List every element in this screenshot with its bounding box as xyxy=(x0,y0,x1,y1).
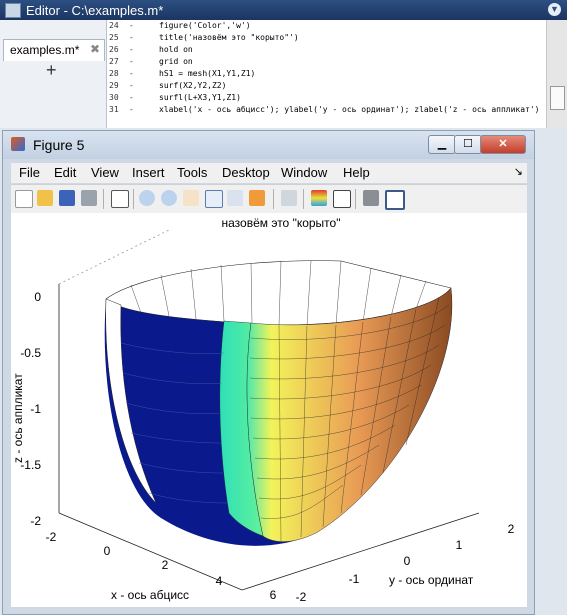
zoom-in-icon[interactable] xyxy=(139,190,155,206)
maximize-button[interactable]: ☐ xyxy=(454,135,482,154)
editor-menu-arrow-icon[interactable]: ▼ xyxy=(548,3,561,16)
rotate-icon[interactable] xyxy=(205,190,223,208)
brush-icon[interactable] xyxy=(249,190,265,206)
open-folder-icon[interactable] xyxy=(37,190,53,206)
editor-scrollbar[interactable] xyxy=(546,20,567,128)
hide-tools-icon[interactable] xyxy=(363,190,379,206)
z-tick-label: 0 xyxy=(34,290,41,304)
y-axis-label: y - ось ординат xyxy=(389,573,474,587)
colorbar-icon[interactable] xyxy=(311,190,327,206)
new-file-icon[interactable] xyxy=(15,190,33,208)
menu-edit[interactable]: Edit xyxy=(54,165,76,180)
code-area[interactable]: 24- figure('Color','w') 25- title('назовём… xyxy=(107,20,547,128)
menu-bar: File Edit View Insert Tools Desktop Wind… xyxy=(11,163,527,183)
minimize-button[interactable]: ▁ xyxy=(428,135,456,154)
figure-title-bar: Figure 5 ▁ ☐ ✕ xyxy=(3,131,534,159)
zoom-out-icon[interactable] xyxy=(161,190,177,206)
menu-help[interactable]: Help xyxy=(343,165,370,180)
y-tick-label: -2 xyxy=(296,590,307,604)
toolbar-separator xyxy=(133,189,134,209)
x-axis-label: x - ось абцисс xyxy=(111,588,189,602)
editor-tab-panel: examples.m* ✖ + xyxy=(0,20,107,128)
menu-desktop[interactable]: Desktop xyxy=(222,165,270,180)
editor-window: Editor - C:\examples.m* ▼ examples.m* ✖ … xyxy=(0,0,567,128)
scrollbar-thumb[interactable] xyxy=(550,86,565,110)
pointer-icon[interactable] xyxy=(111,190,129,208)
figure-window: Figure 5 ▁ ☐ ✕ File Edit View Insert Too… xyxy=(2,130,535,615)
z-tick-label: -1 xyxy=(30,402,41,416)
toolbar-separator xyxy=(103,189,104,209)
plot-area[interactable]: 0 -0.5 -1 -1.5 -2 -2 0 2 4 6 -2 -1 0 1 2… xyxy=(11,213,527,607)
figure-toolbar xyxy=(11,184,527,213)
toolbar-separator xyxy=(355,189,356,209)
menu-tools[interactable]: Tools xyxy=(177,165,207,180)
print-icon[interactable] xyxy=(81,190,97,206)
menu-view[interactable]: View xyxy=(91,165,119,180)
show-tools-icon[interactable] xyxy=(385,190,405,210)
x-tick-label: 4 xyxy=(216,574,223,588)
x-tick-label: 0 xyxy=(104,544,111,558)
editor-title: Editor - C:\examples.m* xyxy=(26,3,164,18)
menu-insert[interactable]: Insert xyxy=(132,165,165,180)
close-tab-icon[interactable]: ✖ xyxy=(90,42,100,56)
add-tab-button[interactable]: + xyxy=(46,60,57,81)
editor-app-icon xyxy=(5,3,21,18)
surface-inner-gradient xyxy=(246,287,453,542)
x-tick-label: 2 xyxy=(162,558,169,572)
link-icon[interactable] xyxy=(281,190,297,206)
dock-arrow-icon[interactable]: ↘ xyxy=(514,165,523,178)
z-tick-label: -2 xyxy=(30,514,41,528)
tab-label: examples.m* xyxy=(10,43,80,57)
chart-title: назовём это "корыто" xyxy=(222,216,341,230)
y-tick-label: 1 xyxy=(456,538,463,552)
x-tick-label: -2 xyxy=(46,530,57,544)
figure-title: Figure 5 xyxy=(33,137,85,153)
menu-file[interactable]: File xyxy=(19,165,40,180)
close-button[interactable]: ✕ xyxy=(480,135,526,154)
tab-examples[interactable]: examples.m* ✖ xyxy=(3,39,105,61)
x-tick-label: 6 xyxy=(270,588,277,602)
toolbar-separator xyxy=(273,189,274,209)
z-axis-label: z - ось аппликат xyxy=(11,373,25,463)
pan-icon[interactable] xyxy=(183,190,199,206)
y-tick-label: 0 xyxy=(404,554,411,568)
z-tick-label: -0.5 xyxy=(20,346,41,360)
toolbar-separator xyxy=(303,189,304,209)
matlab-logo-icon xyxy=(11,137,25,151)
y-tick-label: -1 xyxy=(349,572,360,586)
editor-title-bar: Editor - C:\examples.m* ▼ xyxy=(0,0,567,20)
menu-window[interactable]: Window xyxy=(281,165,327,180)
legend-icon[interactable] xyxy=(333,190,351,208)
y-tick-label: 2 xyxy=(508,522,515,536)
data-cursor-icon[interactable] xyxy=(227,190,243,206)
save-icon[interactable] xyxy=(59,190,75,206)
